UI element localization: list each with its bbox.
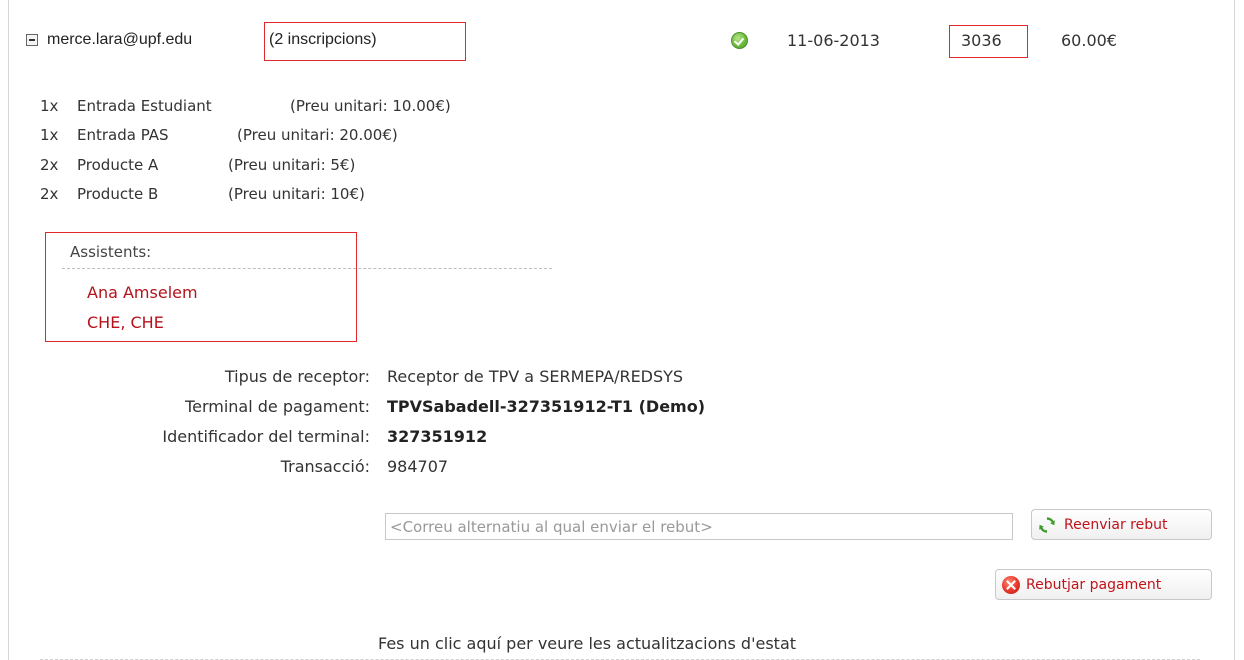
terminal-id-label: Identificador del terminal:: [162, 427, 370, 446]
terminal-id-value: 327351912: [387, 427, 488, 446]
frame-left-border: [8, 0, 9, 660]
assistants-label: Assistents:: [70, 243, 152, 261]
alternate-email-input[interactable]: [385, 513, 1013, 540]
item-price: (Preu unitari: 10.00€): [290, 97, 451, 115]
frame-right-border: [1234, 0, 1235, 660]
attendee-name[interactable]: CHE, CHE: [87, 313, 164, 332]
order-date: 11-06-2013: [787, 31, 880, 50]
reject-payment-button[interactable]: Rebutjar pagament: [995, 569, 1212, 600]
order-number: 3036: [961, 31, 1002, 50]
item-name: Entrada Estudiant: [77, 97, 212, 115]
inscriptions-count: (2 inscripcions): [269, 31, 377, 48]
item-name: Entrada PAS: [77, 126, 169, 144]
payment-terminal-value: TPVSabadell-327351912-T1 (Demo): [387, 397, 706, 416]
reject-icon: [1002, 575, 1020, 594]
reject-payment-label: Rebutjar pagament: [1026, 576, 1162, 593]
attendee-name[interactable]: Ana Amselem: [87, 283, 198, 302]
item-qty: 1x: [40, 126, 59, 144]
transaction-label: Transacció:: [280, 457, 370, 476]
refresh-icon: [1038, 516, 1056, 534]
item-price: (Preu unitari: 5€): [228, 156, 356, 174]
order-total: 60.00€: [1061, 31, 1117, 50]
resend-receipt-label: Reenviar rebut: [1064, 516, 1168, 533]
item-price: (Preu unitari: 20.00€): [237, 126, 398, 144]
check-circle-icon: [731, 32, 748, 49]
item-qty: 2x: [40, 185, 59, 203]
collapse-icon[interactable]: [26, 34, 38, 46]
item-qty: 2x: [40, 156, 59, 174]
resend-receipt-button[interactable]: Reenviar rebut: [1031, 509, 1212, 540]
transaction-value: 984707: [387, 457, 449, 476]
registrant-email: merce.lara@upf.edu: [47, 31, 193, 48]
payment-terminal-label: Terminal de pagament:: [185, 397, 370, 416]
item-name: Producte B: [77, 185, 159, 203]
item-qty: 1x: [40, 97, 59, 115]
receiver-type-value: Receptor de TPV a SERMEPA/REDSYS: [387, 367, 684, 386]
receiver-type-label: Tipus de receptor:: [224, 367, 370, 386]
status-updates-link[interactable]: Fes un clic aquí per veure les actualitz…: [378, 634, 796, 653]
assistants-divider: [62, 268, 552, 269]
item-name: Producte A: [77, 156, 159, 174]
item-price: (Preu unitari: 10€): [228, 185, 365, 203]
